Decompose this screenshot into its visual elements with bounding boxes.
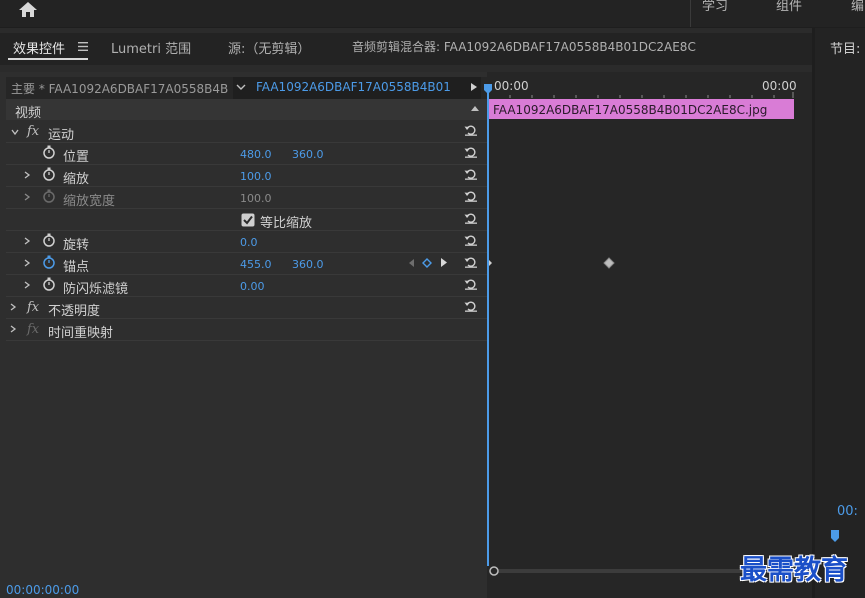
tab-lumetri-scopes[interactable]: Lumetri 范围 — [111, 38, 191, 57]
position-y-value[interactable]: 360.0 — [292, 148, 324, 161]
antiflicker-value[interactable]: 0.00 — [240, 280, 265, 293]
tab-effect-controls[interactable]: 效果控件 — [13, 38, 65, 57]
scale-value[interactable]: 100.0 — [240, 170, 272, 183]
workspace-divider — [690, 0, 691, 27]
expand-right-icon[interactable] — [9, 303, 17, 311]
master-clip-label[interactable]: 主要 * FAA1092A6DBAF17A0558B4B0... — [11, 80, 229, 97]
video-section-label: 视频 — [15, 106, 42, 121]
workspace-assembly[interactable]: 组件 — [776, 0, 802, 22]
workspace-bar — [0, 0, 865, 27]
stopwatch-icon[interactable] — [42, 145, 56, 159]
uniform-scale-label: 等比缩放 — [260, 216, 313, 231]
scale-label: 缩放 — [63, 172, 90, 187]
timeline-end-time: 00:00 — [762, 79, 797, 93]
expand-right-icon[interactable] — [23, 193, 31, 201]
stopwatch-icon[interactable] — [42, 277, 56, 291]
expand-down-icon[interactable] — [11, 128, 19, 136]
antiflicker-label: 防闪烁滤镜 — [63, 282, 129, 297]
panel-menu-icon[interactable] — [78, 42, 88, 51]
time-ruler[interactable] — [488, 92, 794, 98]
home-icon[interactable] — [17, 0, 39, 20]
position-x-value[interactable]: 480.0 — [240, 148, 272, 161]
motion-label: 运动 — [48, 128, 75, 143]
time-remap-label: 时间重映射 — [48, 326, 114, 341]
playhead-line[interactable] — [487, 86, 489, 566]
stopwatch-active-icon[interactable] — [42, 255, 56, 269]
current-timecode[interactable]: 00:00:00:00 — [6, 583, 79, 597]
reset-icon[interactable] — [464, 146, 478, 158]
workspace-learn[interactable]: 学习 — [702, 0, 728, 22]
position-label: 位置 — [63, 150, 90, 165]
keyframe-timeline[interactable] — [487, 72, 812, 598]
rotation-value[interactable]: 0.0 — [240, 236, 258, 249]
reset-icon[interactable] — [464, 124, 478, 136]
reset-icon[interactable] — [464, 212, 478, 224]
anchor-x-value[interactable]: 455.0 — [240, 258, 272, 271]
playhead-handle[interactable] — [484, 84, 492, 94]
fx-icon: fx — [27, 322, 40, 337]
reset-icon[interactable] — [464, 278, 478, 290]
stopwatch-icon[interactable] — [42, 233, 56, 247]
rotation-label: 旋转 — [63, 238, 90, 253]
program-timecode[interactable]: 00: — [837, 504, 858, 519]
expand-right-icon[interactable] — [23, 237, 31, 245]
expand-right-icon[interactable] — [23, 171, 31, 179]
uniform-scale-checkbox[interactable] — [241, 213, 255, 227]
expand-right-icon[interactable] — [23, 259, 31, 267]
tab-audio-clip-mixer[interactable]: 音频剪辑混合器: FAA1092A6DBAF17A0558B4B01DC2AE8… — [352, 38, 696, 55]
clip-bar-label: FAA1092A6DBAF17A0558B4B01DC2AE8C.jpg — [493, 103, 768, 117]
tab-source[interactable]: 源:（无剪辑） — [228, 38, 310, 57]
keyframe-marker[interactable] — [603, 257, 615, 269]
opacity-label: 不透明度 — [48, 304, 101, 319]
scale-width-value: 100.0 — [240, 192, 272, 205]
stopwatch-icon[interactable] — [42, 167, 56, 181]
reset-icon[interactable] — [464, 300, 478, 312]
watermark-logo: 最需教育 — [740, 555, 848, 586]
timeline-start-time: 00:00 — [494, 79, 529, 93]
previous-keyframe-icon[interactable] — [408, 258, 415, 268]
workspace-edit[interactable]: 编 — [851, 0, 864, 22]
reset-icon[interactable] — [464, 190, 478, 202]
reset-icon[interactable] — [464, 168, 478, 180]
scale-width-label: 缩放宽度 — [63, 194, 116, 209]
anchor-point-label: 锚点 — [63, 260, 90, 275]
anchor-y-value[interactable]: 360.0 — [292, 258, 324, 271]
collapse-icon[interactable] — [470, 105, 480, 112]
program-playhead-icon[interactable] — [830, 530, 840, 542]
play-icon[interactable] — [470, 82, 478, 92]
motion-row — [6, 121, 487, 143]
video-section-header — [6, 99, 487, 120]
reset-icon[interactable] — [464, 256, 478, 268]
next-keyframe-icon[interactable] — [440, 257, 448, 268]
selected-clip-name[interactable]: FAA1092A6DBAF17A0558B4B01DC... — [256, 80, 452, 94]
reset-icon[interactable] — [464, 234, 478, 246]
chevron-down-icon[interactable] — [236, 82, 246, 92]
expand-right-icon[interactable] — [9, 325, 17, 333]
fx-icon[interactable]: fx — [27, 124, 39, 139]
stopwatch-icon — [43, 189, 55, 203]
tab-program[interactable]: 节目: — [830, 38, 860, 57]
add-keyframe-icon[interactable] — [422, 258, 432, 268]
fx-icon[interactable]: fx — [27, 300, 39, 315]
active-tab-indicator — [8, 58, 88, 60]
expand-right-icon[interactable] — [23, 281, 31, 289]
